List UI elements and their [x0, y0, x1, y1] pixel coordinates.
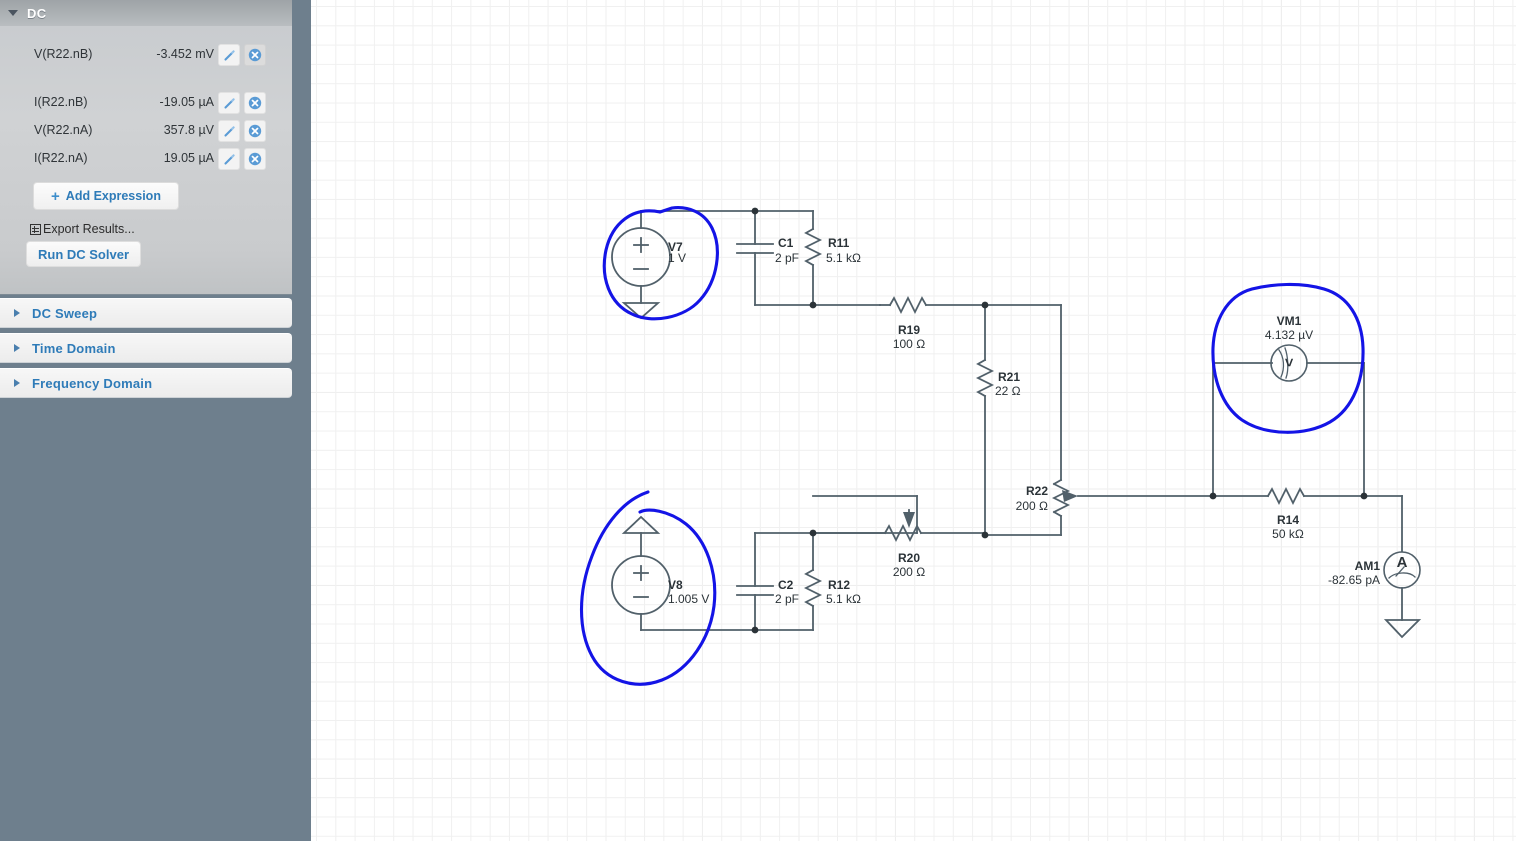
component-C1 — [736, 210, 774, 306]
label-R12-value: 5.1 kΩ — [826, 592, 861, 606]
component-R14 — [1212, 486, 1403, 506]
label-R14-value: 50 kΩ — [1272, 527, 1304, 541]
label-C2-value: 2 pF — [775, 592, 800, 606]
label-AM1-ref: AM1 — [1354, 559, 1380, 573]
label-R22-value: 200 Ω — [1015, 499, 1048, 513]
label-R11-ref: R11 — [828, 236, 850, 250]
label-R12-ref: R12 — [828, 578, 851, 592]
ground-symbol-am1 — [1383, 619, 1422, 639]
wand-icon[interactable] — [218, 148, 240, 170]
ink-circle-v7 — [602, 206, 719, 321]
label-R19-value: 100 Ω — [892, 337, 926, 351]
dc-panel-header[interactable]: DC — [0, 0, 292, 26]
expression-actions — [218, 120, 266, 142]
expression-actions — [218, 44, 266, 66]
label-R20-value: 200 Ω — [892, 565, 926, 579]
plus-icon: + — [51, 187, 60, 205]
label-V7-value: 1 V — [668, 251, 687, 265]
add-expression-label: Add Expression — [65, 189, 161, 203]
component-R20 — [812, 523, 986, 543]
expression-actions — [218, 148, 266, 170]
label-C2-ref: C2 — [778, 578, 794, 592]
ground-symbol-v8 — [621, 515, 661, 534]
label-VM1-value: 4.132 µV — [1264, 328, 1314, 342]
ammeter-a-glyph: A — [1396, 554, 1408, 571]
triangle-down-icon[interactable] — [8, 10, 18, 16]
export-results-button[interactable]: Export Results... — [30, 222, 135, 236]
junction-dots — [751, 207, 1368, 634]
remove-circle-icon[interactable] — [244, 44, 266, 66]
expression-row: I(R22.nB) -19.05 µA — [0, 92, 292, 122]
app-root: DC V(R22.nB) -3.452 mV I(R22.nB) -19.05 … — [0, 0, 1516, 841]
sidebar-section-time-domain[interactable]: Time Domain — [0, 333, 292, 363]
label-V8-value: 1.005 V — [668, 592, 710, 606]
ground-symbol-v7 — [621, 302, 661, 320]
add-expression-button[interactable]: + Add Expression — [33, 182, 179, 210]
dc-panel-title: DC — [27, 5, 47, 21]
export-results-label: Export Results... — [43, 222, 135, 236]
expression-row: I(R22.nA) 19.05 µA — [0, 148, 292, 178]
remove-circle-icon[interactable] — [244, 148, 266, 170]
R20-wiper-arrow — [903, 512, 915, 528]
sidebar-section-frequency-domain[interactable]: Frequency Domain — [0, 368, 292, 398]
label-C1-ref: C1 — [778, 236, 794, 250]
component-R21 — [975, 358, 995, 536]
expression-value: -19.05 µA — [159, 95, 214, 109]
R22-wiper-arrow — [1062, 490, 1078, 502]
label-R21-ref: R21 — [998, 370, 1021, 384]
component-R12 — [803, 532, 823, 631]
wand-icon[interactable] — [218, 92, 240, 114]
table-icon — [30, 223, 41, 235]
label-R14-ref: R14 — [1276, 513, 1300, 527]
label-R21-value: 22 Ω — [995, 384, 1021, 398]
component-R11 — [803, 210, 823, 306]
label-R11-value: 5.1 kΩ — [826, 251, 861, 265]
wire-vm1-legs — [1212, 362, 1365, 497]
remove-circle-icon[interactable] — [244, 92, 266, 114]
label-VM1-ref: VM1 — [1276, 314, 1302, 328]
dc-expressions-panel: V(R22.nB) -3.452 mV I(R22.nB) -19.05 µA … — [0, 44, 292, 178]
schematic-svg — [580, 206, 1422, 686]
expression-name: I(R22.nA) — [34, 151, 88, 165]
expression-value: -3.452 mV — [156, 47, 214, 61]
wand-icon[interactable] — [218, 120, 240, 142]
component-R22 — [1051, 478, 1071, 536]
schematic-canvas[interactable]: V7 1 V C1 2 pF R11 5.1 kΩ R19 100 Ω R21 … — [311, 0, 1516, 841]
expression-name: I(R22.nB) — [34, 95, 88, 109]
expression-value: 357.8 µV — [163, 123, 214, 137]
component-V8 — [611, 532, 671, 631]
sidebar-section-dc-sweep[interactable]: DC Sweep — [0, 298, 292, 328]
label-R20-ref: R20 — [897, 551, 921, 565]
expression-name: V(R22.nB) — [34, 47, 93, 61]
dc-analysis-panel: DC V(R22.nB) -3.452 mV I(R22.nB) -19.05 … — [0, 0, 292, 295]
label-AM1-value: -82.65 pA — [1327, 573, 1380, 587]
sidebar-section-label: Time Domain — [32, 340, 116, 356]
voltmeter-v-glyph: < — [1280, 358, 1298, 367]
run-dc-solver-label: Run DC Solver — [37, 246, 129, 262]
component-R19 — [879, 295, 1062, 315]
left-sidebar: DC V(R22.nB) -3.452 mV I(R22.nB) -19.05 … — [0, 0, 311, 841]
expression-row: V(R22.nA) 357.8 µV — [0, 120, 292, 150]
component-C2 — [736, 532, 774, 631]
expression-name: V(R22.nA) — [34, 123, 93, 137]
label-R19-ref: R19 — [897, 323, 921, 337]
sidebar-section-label: DC Sweep — [32, 305, 98, 321]
expression-value: 19.05 µA — [163, 151, 214, 165]
label-C1-value: 2 pF — [775, 251, 800, 265]
schematic-drawing: V7 1 V C1 2 pF R11 5.1 kΩ R19 100 Ω R21 … — [311, 0, 1516, 841]
expression-row: V(R22.nB) -3.452 mV — [0, 44, 292, 74]
expression-actions — [218, 92, 266, 114]
sidebar-section-label: Frequency Domain — [32, 375, 153, 391]
remove-circle-icon[interactable] — [244, 120, 266, 142]
triangle-right-icon — [14, 309, 20, 317]
label-V8-ref: V8 — [668, 578, 683, 592]
triangle-right-icon — [14, 379, 20, 387]
run-dc-solver-button[interactable]: Run DC Solver — [26, 241, 141, 267]
label-R22-ref: R22 — [1025, 484, 1048, 498]
component-V7 — [611, 210, 671, 304]
wand-icon[interactable] — [218, 44, 240, 66]
ink-circle-v8 — [580, 490, 717, 686]
triangle-right-icon — [14, 344, 20, 352]
